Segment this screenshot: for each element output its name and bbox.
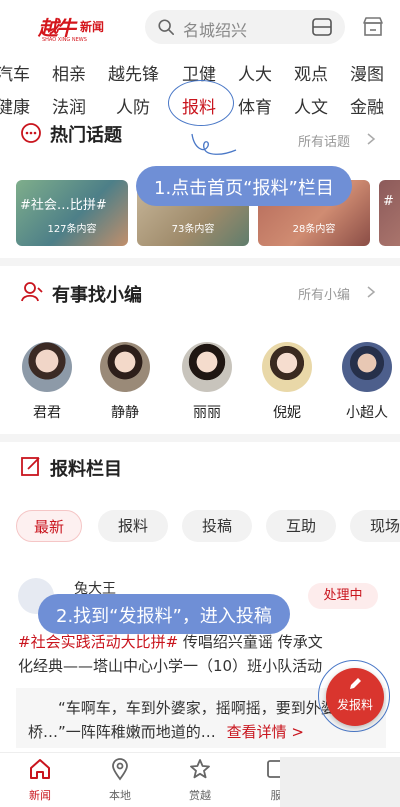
star-icon: [190, 759, 210, 779]
nav-label: 本地: [109, 789, 131, 802]
scan-icon[interactable]: [311, 17, 333, 37]
editors-title: 有事找小编: [52, 285, 142, 306]
channel-item[interactable]: 汽车: [0, 60, 30, 85]
nav-news[interactable]: 新闻: [10, 757, 70, 803]
channel-item[interactable]: 体育: [238, 93, 272, 118]
editor-name: 丽丽: [193, 405, 221, 421]
channel-item[interactable]: 人文: [294, 93, 328, 118]
channel-item[interactable]: 金融: [350, 93, 384, 118]
tutorial-callout-1: 1.点击首页“报料”栏目: [136, 166, 352, 206]
channel-item[interactable]: 漫图: [350, 60, 384, 85]
post-report-button[interactable]: 发报料: [326, 668, 384, 726]
avatar[interactable]: [342, 342, 392, 392]
nav-label: 新闻: [29, 789, 51, 802]
channel-item[interactable]: 相亲: [52, 60, 86, 85]
editor-name: 君君: [33, 405, 61, 421]
location-icon: [112, 758, 128, 781]
topic-card-count: 73条内容: [171, 224, 215, 235]
channel-item[interactable]: 越先锋: [108, 60, 159, 85]
report-title: 报料栏目: [50, 459, 122, 480]
read-more-link[interactable]: 查看详情 >: [227, 723, 304, 741]
hot-topics-title: 热门话题: [50, 125, 122, 146]
channel-item[interactable]: 健康: [0, 93, 30, 118]
avatar[interactable]: [22, 342, 72, 392]
tab-live[interactable]: 现场: [350, 510, 400, 542]
swirl-arrow: [191, 133, 237, 155]
quote-line1: “车啊车，车到外婆家，摇啊摇，要到外婆: [58, 699, 336, 717]
hot-topics-more[interactable]: 所有话题: [298, 131, 350, 150]
tutorial-callout-2: 2.找到“发报料”，进入投稿: [38, 594, 290, 634]
post-title-line1[interactable]: #社会实践活动大比拼# 传唱绍兴童谣 传承文: [18, 630, 323, 654]
quote-text: 桥…”一阵阵稚嫩而地道的…: [28, 723, 216, 741]
section-divider: [0, 258, 400, 266]
tab-submit[interactable]: 投稿: [182, 510, 252, 542]
watermark-block: [280, 757, 400, 807]
editor-name: 静静: [111, 405, 139, 421]
user-icon: [21, 282, 43, 302]
quote-line2: 桥…”一阵阵稚嫩而地道的… 查看详情 >: [28, 720, 304, 744]
editor-name: 倪妮: [273, 405, 301, 421]
topic-card-count: 127条内容: [47, 224, 97, 235]
edit-icon: [21, 457, 40, 476]
nav-local[interactable]: 本地: [90, 757, 150, 803]
home-icon: [30, 759, 50, 779]
channel-item[interactable]: 人防: [116, 93, 150, 118]
search-placeholder: 名城绍兴: [183, 21, 248, 40]
nav-label: 赏越: [189, 789, 211, 802]
topic-card[interactable]: #: [379, 180, 400, 246]
avatar[interactable]: [100, 342, 150, 392]
store-icon[interactable]: [360, 14, 386, 40]
avatar[interactable]: [182, 342, 232, 392]
section-divider: [0, 434, 400, 442]
topic-card[interactable]: #社会…比拼# 127条内容: [16, 180, 128, 246]
post-tag[interactable]: #社会实践活动大比拼#: [18, 633, 178, 651]
post-report-label: 发报料: [336, 698, 373, 712]
channel-item[interactable]: 观点: [294, 60, 328, 85]
tab-latest[interactable]: 最新: [16, 510, 82, 542]
logo-sub: 新闻: [80, 20, 105, 34]
search-bar[interactable]: 名城绍兴: [145, 10, 345, 44]
avatar[interactable]: [262, 342, 312, 392]
channel-item[interactable]: 人大: [238, 60, 272, 85]
nav-explore[interactable]: 赏越: [170, 757, 230, 803]
highlight-circle: [168, 80, 234, 126]
topic-card-title: #社会…比拼#: [20, 198, 107, 213]
logo-en: SHAO XING NEWS: [42, 37, 87, 43]
topic-card-title: #: [383, 194, 394, 209]
topic-card-count: 28条内容: [292, 224, 336, 235]
chat-icon: [21, 123, 41, 143]
search-icon: [158, 19, 175, 36]
post-title-line2[interactable]: 化经典——塔山中心小学一（10）班小队活动: [18, 654, 322, 678]
tab-report[interactable]: 报料: [98, 510, 168, 542]
channel-item[interactable]: 法润: [52, 93, 86, 118]
tab-help[interactable]: 互助: [266, 510, 336, 542]
app-logo: 越牛 新闻 SHAO XING NEWS: [38, 12, 108, 43]
chevron-right-icon: [367, 286, 376, 298]
editor-name: 小超人: [346, 405, 388, 421]
chevron-right-icon: [367, 133, 376, 145]
post-text: 传唱绍兴童谣 传承文: [182, 633, 323, 651]
status-badge: 处理中: [308, 583, 378, 609]
pencil-icon: [350, 678, 361, 689]
editors-more[interactable]: 所有小编: [298, 284, 350, 303]
